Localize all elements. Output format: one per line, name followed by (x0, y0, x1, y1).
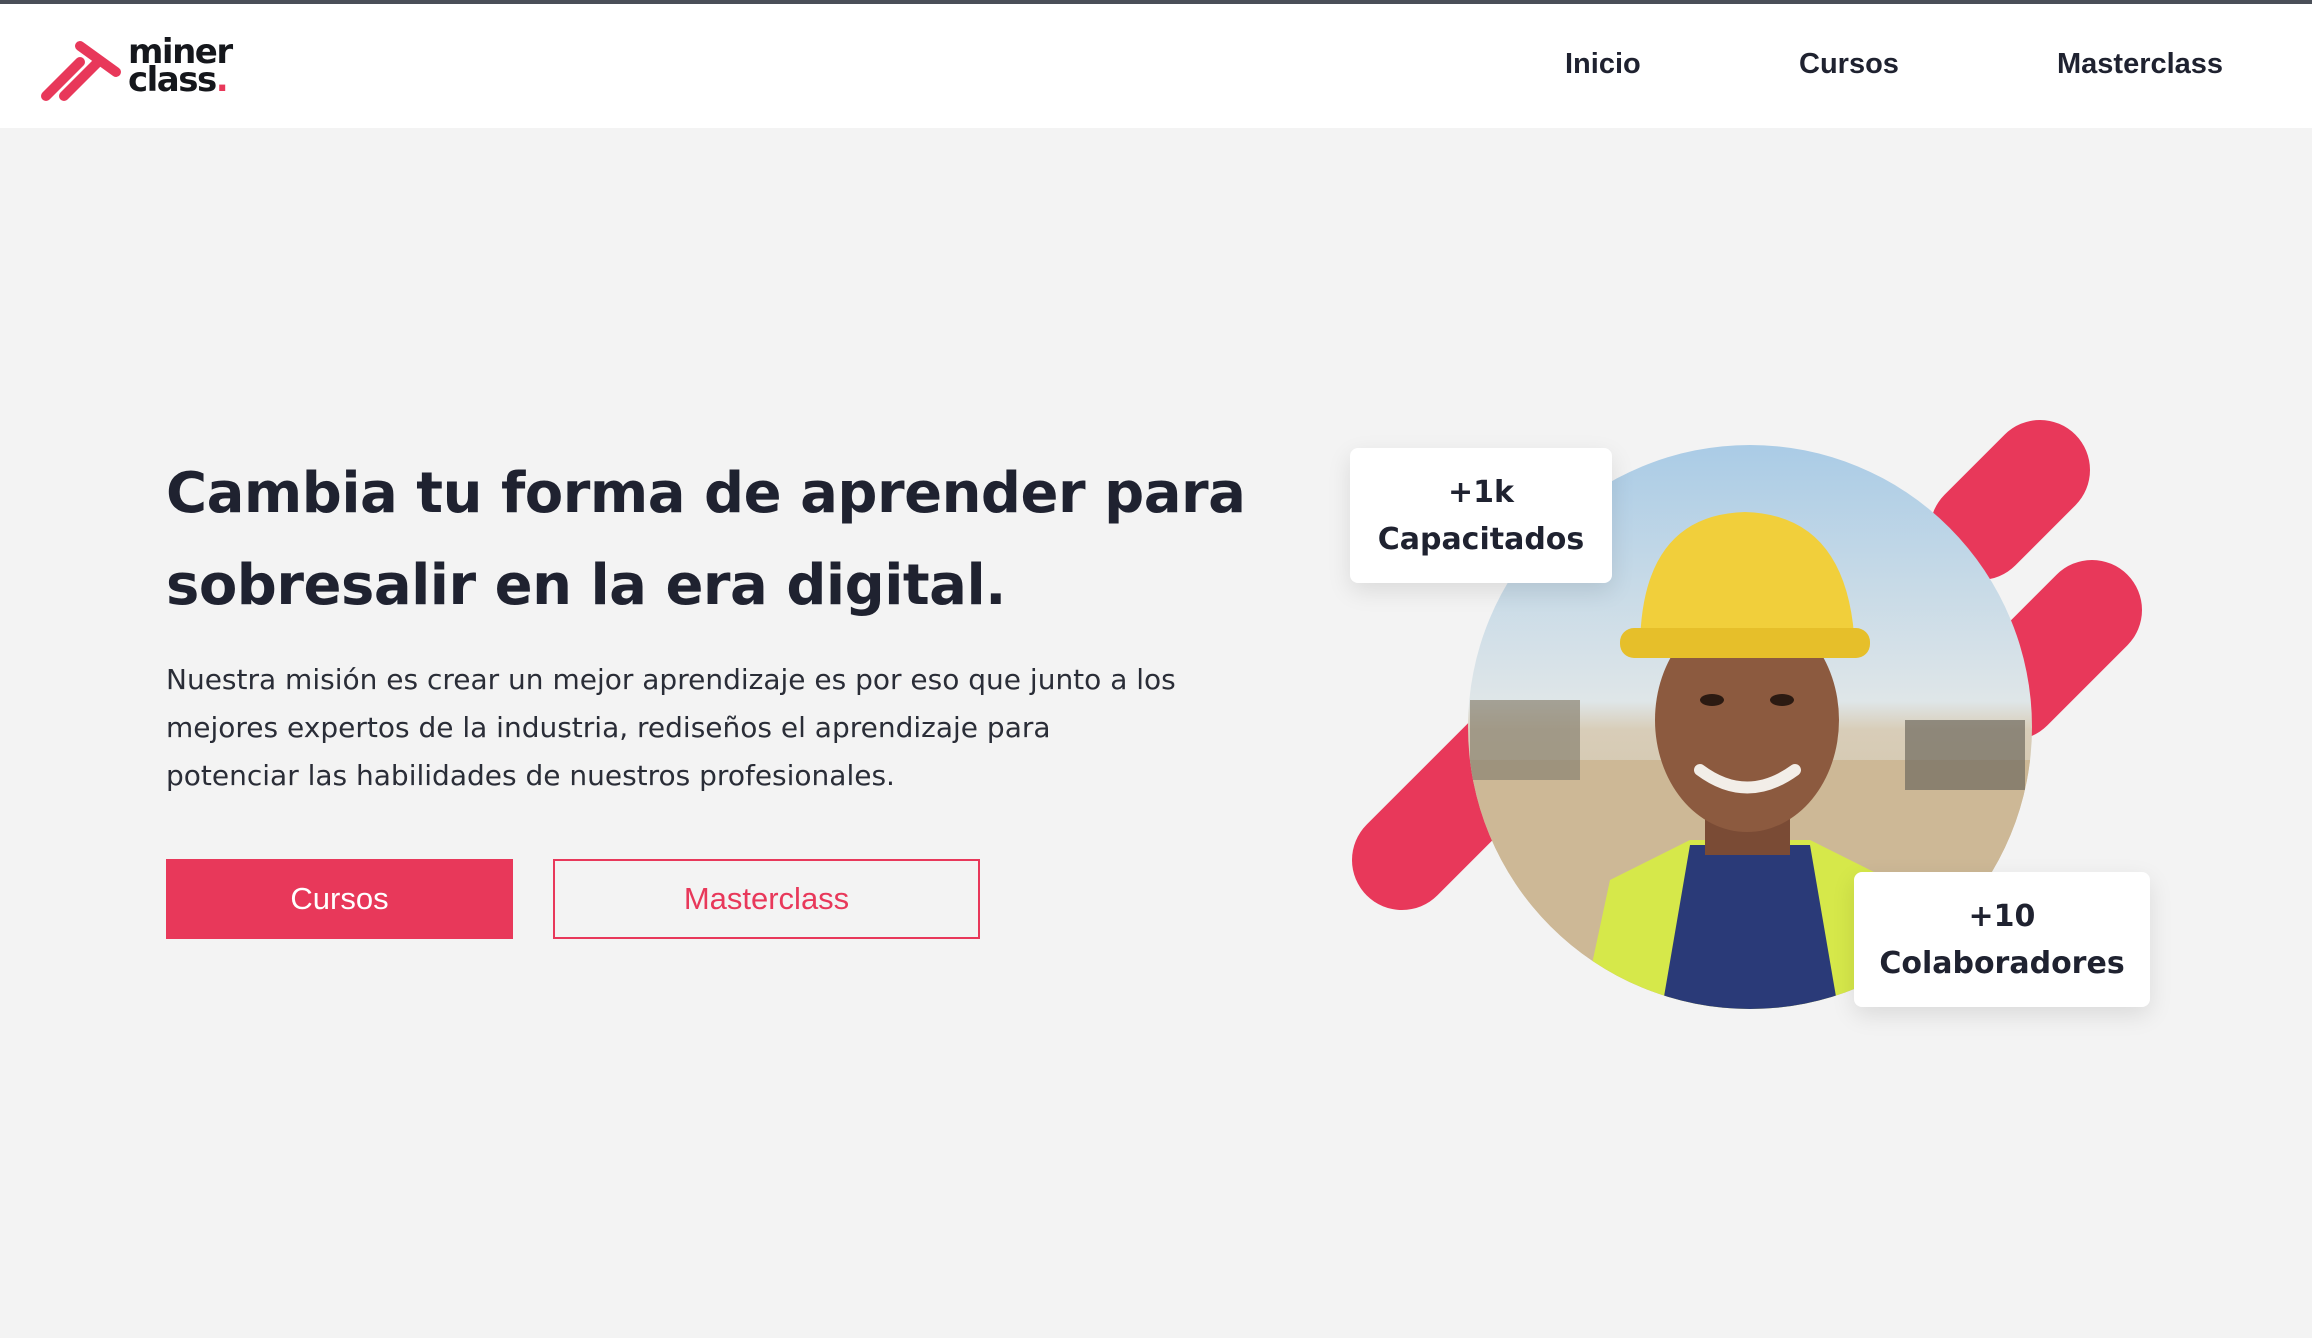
hero-description: Nuestra misión es crear un mejor aprendi… (166, 663, 1176, 792)
logo-wordmark: miner class. (128, 35, 233, 97)
stat-label: Capacitados (1377, 521, 1585, 557)
stat-value: +1k (1448, 474, 1514, 510)
logo-mark-icon (41, 41, 121, 101)
decor-bar-3 (1352, 680, 1582, 910)
decor-bar-1 (1930, 420, 2090, 580)
logo[interactable]: miner class. (36, 34, 246, 104)
nav-link-masterclass[interactable]: Masterclass (2057, 48, 2223, 81)
stat-value: +10 (1968, 898, 2036, 934)
stat-card-capacitados: +1k Capacitados (1350, 448, 1612, 583)
logo-dot: . (215, 60, 229, 100)
nav-link-inicio[interactable]: Inicio (1565, 48, 1641, 81)
masterclass-button[interactable]: Masterclass (553, 859, 980, 939)
stat-card-colaboradores: +10 Colaboradores (1854, 872, 2150, 1007)
site-header: miner class. Inicio Cursos Masterclass (0, 4, 2312, 128)
hero-title: Cambia tu forma de aprender para sobresa… (166, 461, 1246, 618)
stat-label: Colaboradores (1879, 945, 2125, 981)
decor-bar-2 (1962, 560, 2142, 740)
cursos-button[interactable]: Cursos (166, 859, 513, 939)
logo-line-2: class (128, 60, 217, 100)
nav-link-cursos[interactable]: Cursos (1799, 48, 1899, 81)
